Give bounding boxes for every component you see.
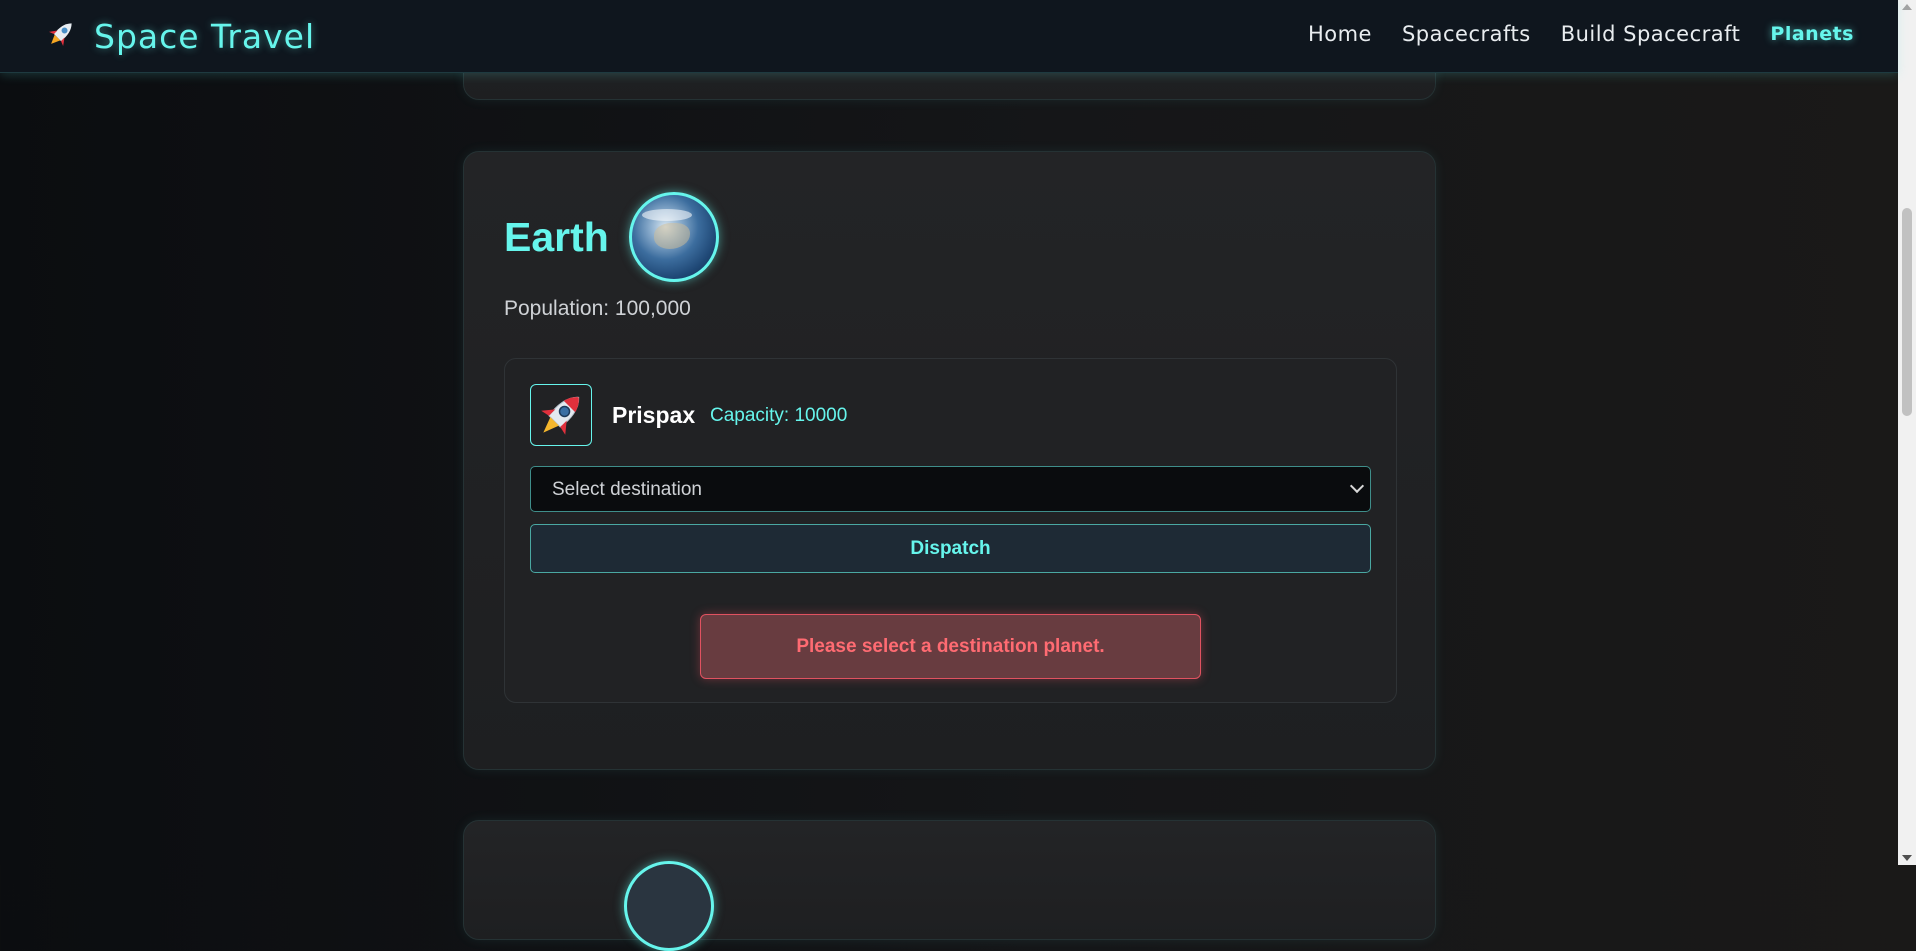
planet-header: Earth [504,192,719,282]
nav-build-spacecraft[interactable]: Build Spacecraft [1561,22,1741,46]
navbar: Space Travel Home Spacecrafts Build Spac… [0,0,1898,73]
spacecraft-capacity: Capacity: 10000 [710,405,848,426]
nav-links: Home Spacecrafts Build Spacecraft Planet… [1308,22,1854,46]
dispatch-button[interactable]: Dispatch [530,524,1371,573]
planet-card-next [463,820,1436,951]
rocket-icon [530,384,592,446]
error-message-text: Please select a destination planet. [796,636,1105,657]
nav-spacecrafts[interactable]: Spacecrafts [1402,22,1531,46]
brand[interactable]: Space Travel [44,15,315,57]
planet-name: Earth [504,213,609,260]
destination-select-value: Select destination [552,479,702,500]
destination-select[interactable]: Select destination [530,466,1371,512]
scroll-up-icon[interactable] [1902,4,1912,10]
scrollbar-thumb[interactable] [1902,208,1912,416]
brand-title: Space Travel [94,16,316,56]
planet-card-earth: Earth Population: 100,000 Prispax Capaci… [463,151,1436,770]
spacecraft-panel: Prispax Capacity: 10000 Select destinati… [504,358,1397,703]
scrollbar[interactable] [1898,0,1916,865]
planet-image [628,192,719,282]
planet-population: Population: 100,000 [504,297,691,320]
error-message: Please select a destination planet. [700,614,1201,679]
dispatch-button-label: Dispatch [910,538,991,559]
nav-planets[interactable]: Planets [1770,22,1854,46]
scroll-down-icon[interactable] [1902,855,1912,861]
nav-home[interactable]: Home [1308,22,1372,46]
rocket-icon [44,17,78,56]
spacecraft-name: Prispax [612,402,696,428]
planet-image [624,861,714,951]
chevron-down-icon [1349,478,1365,494]
